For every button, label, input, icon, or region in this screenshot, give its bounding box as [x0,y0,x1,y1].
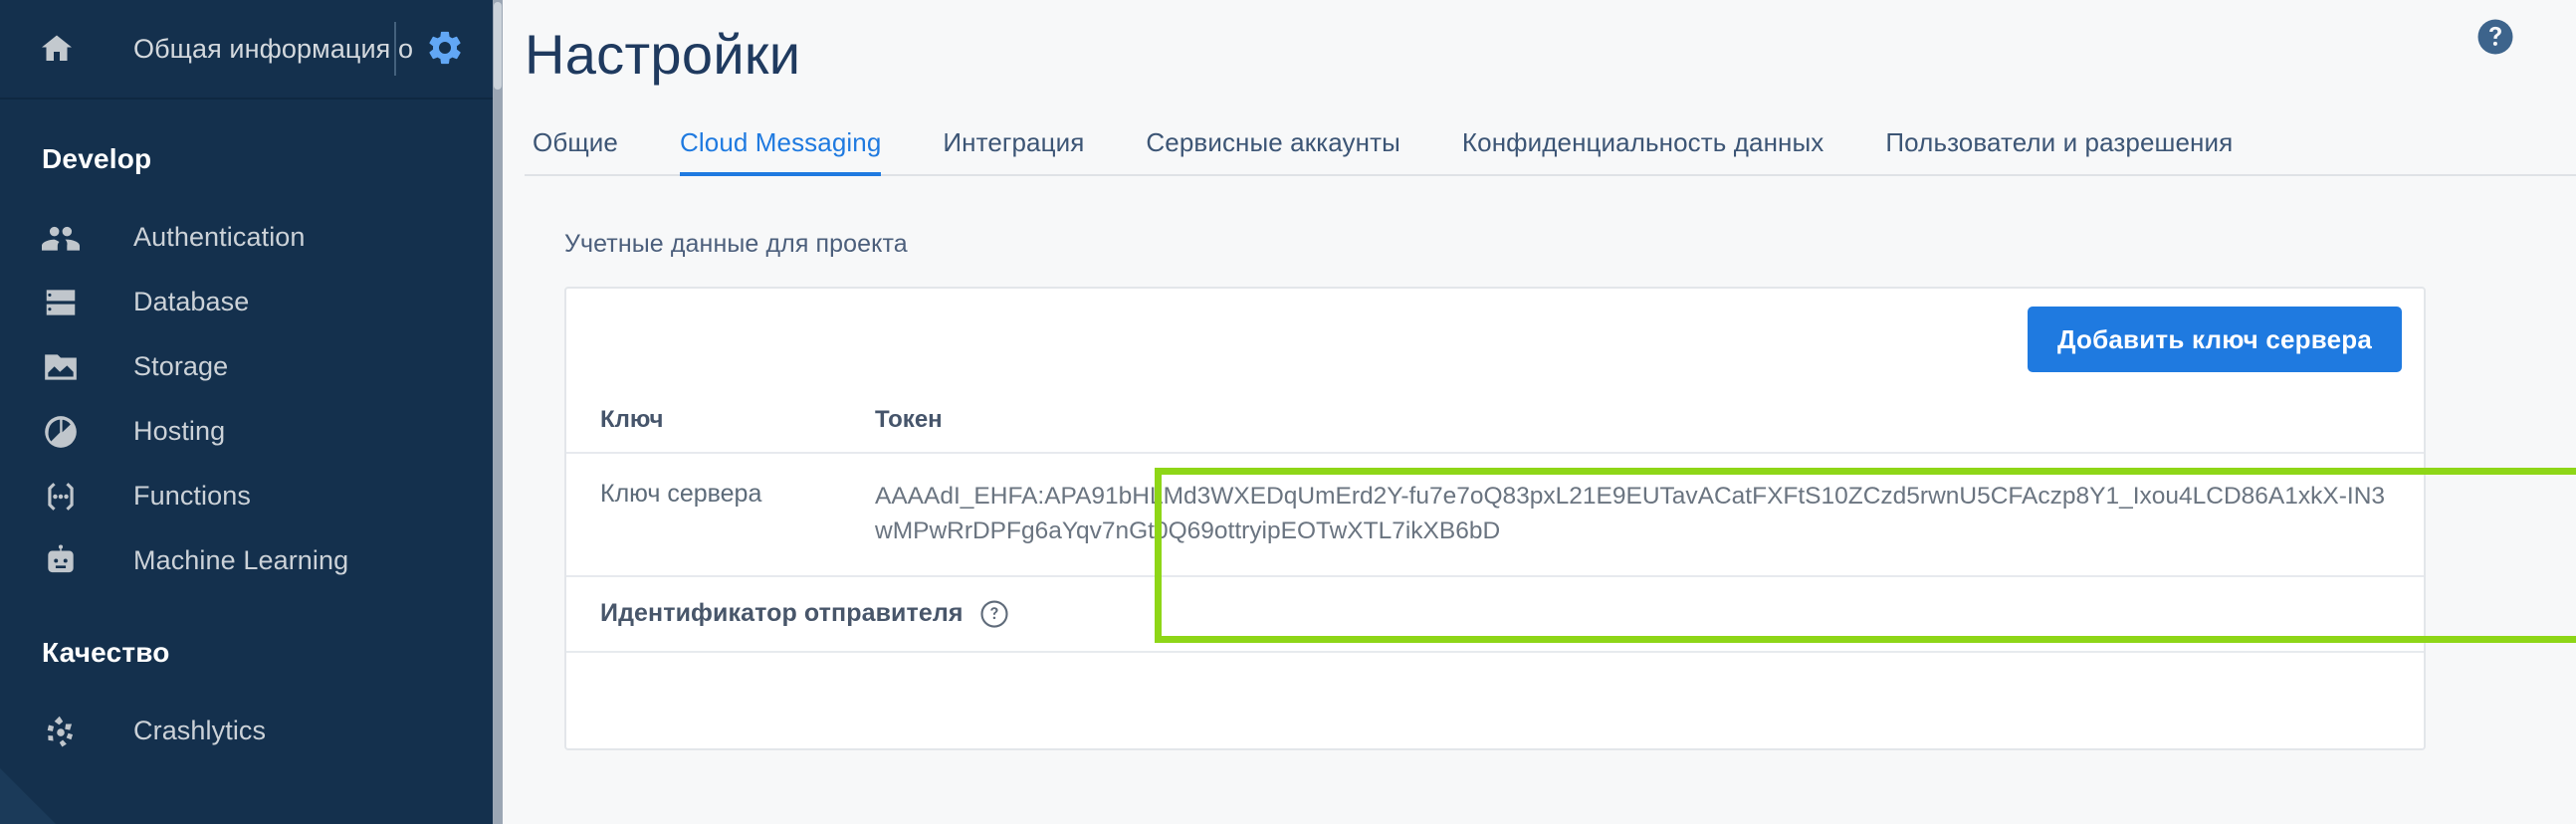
tab-polzovateli-i-razresheniya[interactable]: Пользователи и разрешения [1885,127,2233,174]
section-label-project-credentials: Учетные данные для проекта [564,230,908,258]
tab-konfidencialnost-dannyh[interactable]: Конфиденциальность данных [1462,127,1825,174]
sidebar-section-title-develop: Develop [42,143,152,174]
credentials-card: Добавить ключ сервера Ключ Токен Ключ се… [564,287,2426,750]
app-root: Общая информация о Develop Authenticatio… [0,0,2576,824]
sidebar-item-machine-learning[interactable]: Machine Learning [0,528,503,593]
tab-cloud-messaging[interactable]: Cloud Messaging [680,127,882,176]
sidebar-project-header[interactable]: Общая информация о [0,0,503,98]
tab-servisnye-akkaunty[interactable]: Сервисные аккаунты [1146,127,1399,174]
main-content: Настройки Общие Cloud Messaging Интеграц… [503,0,2576,824]
sidebar: Общая информация о Develop Authenticatio… [0,0,503,824]
credentials-table: Ключ Токен Ключ сервера AAAAdI_EHFA:APA9… [566,390,2424,577]
sidebar-corner-decoration [0,768,56,824]
robot-icon [42,542,84,580]
page-title: Настройки [525,23,801,86]
add-server-key-button[interactable]: Добавить ключ сервера [2028,307,2402,372]
sidebar-item-label: Machine Learning [133,545,349,575]
sidebar-item-label: Storage [133,351,229,381]
project-name: Общая информация о [133,33,414,64]
sidebar-item-crashlytics[interactable]: Crashlytics [0,699,503,763]
sidebar-item-database[interactable]: Database [0,270,503,334]
tab-integraciya[interactable]: Интеграция [943,127,1084,174]
sidebar-scrollbar[interactable] [493,0,503,824]
sidebar-item-label: Crashlytics [133,716,267,745]
sender-id-row: Идентификатор отправителя [566,577,2424,653]
settings-tabs: Общие Cloud Messaging Интеграция Сервисн… [525,120,2576,176]
globe-icon [42,413,84,451]
question-circle-icon[interactable] [979,599,1009,629]
functions-icon [42,478,84,515]
cell-token-value[interactable]: AAAAdI_EHFA:APA91bHLMd3WXEDqUmErd2Y-fu7e… [855,453,2424,577]
table-row: Ключ сервера AAAAdI_EHFA:APA91bHLMd3WXED… [566,453,2424,577]
sidebar-item-label: Authentication [133,222,306,252]
people-icon [42,219,84,257]
sidebar-item-label: Functions [133,481,251,511]
card-toolbar: Добавить ключ сервера [566,289,2424,390]
sidebar-item-functions[interactable]: Functions [0,464,503,528]
folder-image-icon [42,348,84,386]
table-header-row: Ключ Токен [566,390,2424,454]
sidebar-item-label: Database [133,287,250,316]
tab-obshie[interactable]: Общие [533,127,618,174]
sidebar-section-title-quality: Качество [42,637,170,668]
database-icon [42,284,84,321]
sidebar-item-label: Hosting [133,416,226,446]
home-icon[interactable] [36,28,78,70]
sender-id-value-area [566,653,2424,748]
cell-key-name: Ключ сервера [566,453,855,577]
sidebar-item-hosting[interactable]: Hosting [0,399,503,464]
sidebar-item-storage[interactable]: Storage [0,334,503,399]
crashlytics-icon [42,713,84,750]
column-header-key: Ключ [566,390,855,454]
gear-icon[interactable] [425,28,465,68]
help-circle-icon[interactable] [2474,16,2516,58]
sidebar-item-authentication[interactable]: Authentication [0,205,503,270]
column-header-token: Токен [855,390,2424,454]
text-cursor [394,22,396,76]
sender-id-label: Идентификатор отправителя [600,599,964,628]
sidebar-scrollbar-thumb[interactable] [494,2,502,90]
